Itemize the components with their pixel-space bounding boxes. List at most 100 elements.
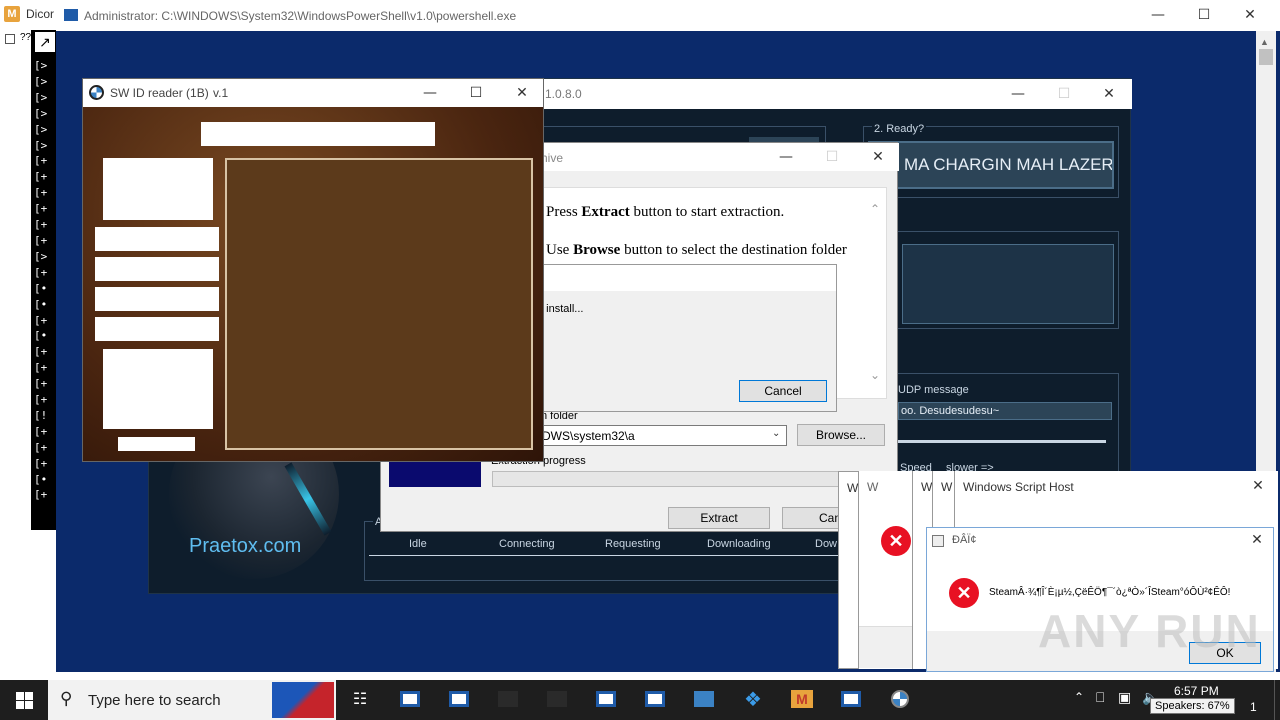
taskbar-app-7[interactable] bbox=[829, 680, 873, 718]
discord-title: Dicor bbox=[26, 7, 55, 21]
tray-date[interactable]: 1 bbox=[1250, 700, 1257, 714]
console-line: [+ bbox=[34, 202, 48, 216]
status-column-header: Requesting bbox=[605, 538, 661, 550]
search-placeholder: Type here to search bbox=[88, 692, 221, 709]
archive-instruction-2: Use Browse button to select the destinat… bbox=[546, 242, 847, 258]
console-line: [+ bbox=[34, 345, 48, 359]
loic-close-button[interactable]: ✕ bbox=[1086, 79, 1132, 109]
attack-options-group: UDP message oo. Desudesudesu~ Speed slow… bbox=[863, 373, 1119, 483]
close-button[interactable]: ✕ bbox=[1227, 0, 1273, 30]
console-line: [+ bbox=[34, 218, 48, 232]
task-view-icon[interactable]: ☷ bbox=[338, 680, 382, 718]
show-desktop-button[interactable] bbox=[1274, 680, 1280, 720]
scroll-up-icon[interactable]: ▲ bbox=[1260, 37, 1269, 47]
archive-logo bbox=[389, 459, 481, 487]
wsh-close-button[interactable]: ✕ bbox=[1235, 471, 1280, 501]
console-line: [+ bbox=[34, 440, 48, 454]
taskbar-app-4[interactable] bbox=[535, 680, 579, 718]
tray-time[interactable]: 6:57 PM bbox=[1174, 684, 1219, 698]
sw-field-1[interactable] bbox=[95, 227, 219, 251]
tray-network-icon[interactable]: ▣ bbox=[1118, 689, 1131, 706]
tray-shield-icon[interactable]: ⎕ bbox=[1096, 689, 1104, 706]
console-strip: ↗ [> [> [> [> [> [> [+ [+ [+ [+ [+ [+ [> [+ [• [• [+ [• [+… bbox=[31, 30, 56, 540]
taskbar-app-5[interactable] bbox=[584, 680, 628, 718]
wsh-tab-3: W bbox=[921, 480, 933, 494]
wsh-tab-2: W bbox=[867, 480, 879, 494]
console-line: [+ bbox=[34, 377, 48, 391]
archive-minimize-button[interactable]: — bbox=[763, 142, 809, 172]
sw-field-2[interactable] bbox=[95, 257, 219, 281]
sw-small-button[interactable] bbox=[118, 437, 195, 451]
maximize-button[interactable]: ☐ bbox=[1181, 0, 1227, 30]
console-line: [> bbox=[34, 74, 48, 88]
chevron-down-icon[interactable]: ⌄ bbox=[772, 428, 780, 439]
discord-checkbox[interactable] bbox=[5, 34, 15, 44]
browse-button[interactable]: Browse... bbox=[797, 424, 885, 446]
console-line: [+ bbox=[34, 456, 48, 470]
options-panel bbox=[902, 244, 1114, 324]
sw-maximize-button[interactable]: ☐ bbox=[453, 78, 499, 108]
minimize-button[interactable]: — bbox=[1135, 0, 1181, 30]
error-icon: ✕ bbox=[881, 526, 911, 556]
sw-reader-version: v.1 bbox=[213, 86, 229, 100]
taskbar-app-6[interactable] bbox=[633, 680, 677, 718]
udp-message-field[interactable]: oo. Desudesudesu~ bbox=[898, 402, 1112, 420]
error-dialog-title: ÐÂÏ¢ bbox=[952, 534, 977, 546]
taskbar-connect-icon[interactable]: ❖ bbox=[731, 680, 775, 718]
loic-minimize-button[interactable]: — bbox=[995, 79, 1041, 109]
sw-header-field bbox=[201, 122, 435, 146]
info-scroll-down-icon[interactable]: ⌄ bbox=[870, 368, 880, 382]
taskbar-app-2[interactable] bbox=[437, 680, 481, 718]
status-column-header: Idle bbox=[409, 538, 427, 550]
console-line: [> bbox=[34, 138, 48, 152]
search-highlight-image bbox=[272, 682, 334, 718]
status-columns: Idle Connecting Requesting Downloading Dow bbox=[369, 536, 849, 556]
install-cancel-button[interactable]: Cancel bbox=[739, 380, 827, 402]
status-column-header: Connecting bbox=[499, 538, 555, 550]
windows-logo-icon bbox=[15, 691, 33, 709]
sw-reader-window: SW ID reader (1B) v.1 — ☐ ✕ bbox=[82, 78, 544, 462]
fire-button[interactable]: MA CHARGIN MAH LAZER bbox=[868, 141, 1114, 189]
search-box[interactable]: ⚲ Type here to search bbox=[48, 680, 336, 720]
taskbar-bmw-icon[interactable] bbox=[878, 680, 922, 718]
console-line: [• bbox=[34, 281, 48, 295]
sw-minimize-button[interactable]: — bbox=[407, 78, 453, 108]
console-line: [+ bbox=[34, 154, 48, 168]
console-lines: [> [> [> [> [> [> [+ [+ [+ [+ [+ [+ [> [+ [• [• [+ [• [+ [+… bbox=[34, 58, 47, 503]
sw-close-button[interactable]: ✕ bbox=[499, 78, 545, 108]
sw-field-3[interactable] bbox=[95, 287, 219, 311]
tray-chevron-icon[interactable]: ⌃ bbox=[1074, 690, 1084, 704]
wsh-title: Windows Script Host bbox=[963, 480, 1074, 494]
console-line: [+ bbox=[34, 170, 48, 184]
taskbar-gmail-icon[interactable]: M bbox=[780, 680, 824, 718]
search-icon: ⚲ bbox=[60, 689, 73, 708]
console-line: [> bbox=[34, 106, 48, 120]
wsh-tab-4: W bbox=[941, 480, 953, 494]
taskbar-network-app-icon[interactable] bbox=[682, 680, 726, 718]
console-line: [+ bbox=[34, 265, 48, 279]
taskbar-app-1[interactable] bbox=[388, 680, 432, 718]
taskbar-app-3[interactable] bbox=[486, 680, 530, 718]
console-line: [• bbox=[34, 297, 48, 311]
scroll-thumb[interactable] bbox=[1259, 49, 1273, 65]
archive-close-button[interactable]: ✕ bbox=[855, 142, 901, 172]
console-line: [+ bbox=[34, 313, 48, 327]
powershell-title: Administrator: C:\WINDOWS\System32\Windo… bbox=[84, 9, 517, 23]
sw-reader-title: SW ID reader (1B) bbox=[110, 86, 209, 100]
sw-reader-titlebar: SW ID reader (1B) v.1 — ☐ ✕ bbox=[83, 79, 543, 107]
archive-maximize-button[interactable]: ☐ bbox=[809, 142, 855, 172]
folder-combobox[interactable]: DWS\system32\a ⌄ bbox=[537, 425, 787, 446]
speakers-tooltip: Speakers: 67% bbox=[1150, 698, 1235, 714]
ready-label: 2. Ready? bbox=[872, 123, 927, 135]
loic-maximize-button[interactable]: ☐ bbox=[1041, 79, 1087, 109]
status-column-header: Downloading bbox=[707, 538, 771, 550]
console-line: [! bbox=[34, 408, 48, 422]
start-button[interactable] bbox=[0, 680, 48, 720]
praetox-link[interactable]: Praetox.com bbox=[189, 535, 301, 558]
extract-button[interactable]: Extract bbox=[668, 507, 770, 529]
sw-field-4[interactable] bbox=[95, 317, 219, 341]
install-dialog-header bbox=[521, 265, 836, 291]
speed-slider[interactable] bbox=[898, 440, 1106, 443]
error-close-button[interactable]: ✕ bbox=[1239, 525, 1275, 555]
info-scroll-up-icon[interactable]: ⌃ bbox=[870, 202, 880, 216]
